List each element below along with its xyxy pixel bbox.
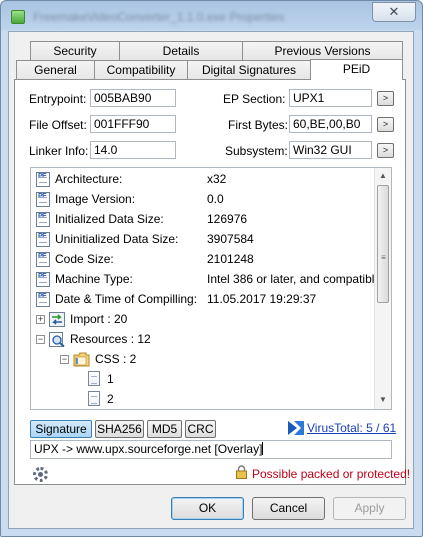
tree-item-value: x32	[207, 172, 227, 186]
signature-text: UPX -> www.upx.sourceforge.net [Overlay]	[34, 442, 263, 456]
tree-row[interactable]: PE Code Size: 2101248	[35, 250, 375, 270]
tree-item-label: Code Size:	[55, 252, 114, 266]
leaf-label: 2	[107, 392, 114, 406]
packed-warning-text: Possible packed or protected!	[252, 467, 411, 481]
tree-node-import[interactable]: + Import : 20	[35, 310, 235, 330]
subsystem-more-button[interactable]: >	[377, 143, 394, 158]
first-bytes-field[interactable]: 60,BE,00,B0	[289, 115, 372, 133]
tree-item-value: 0.0	[207, 192, 224, 206]
scrollbar-thumb[interactable]: ≡	[377, 185, 389, 303]
file-offset-field[interactable]: 001FFF90	[90, 115, 176, 133]
subsystem-label: Subsystem:	[225, 144, 288, 158]
virustotal-icon	[288, 421, 304, 435]
ep-section-label: EP Section:	[223, 92, 286, 106]
tree-vertical-scrollbar[interactable]: ▲ ≡ ▼	[374, 168, 391, 409]
tree-item-label: Architecture:	[55, 172, 123, 186]
linker-info-label: Linker Info:	[29, 144, 89, 158]
signature-result-field[interactable]: UPX -> www.upx.sourceforge.net [Overlay]	[30, 440, 392, 459]
entrypoint-field[interactable]: 005BAB90	[90, 89, 176, 107]
collapse-icon[interactable]: −	[60, 355, 69, 364]
tree-item-label: Image Version:	[55, 192, 136, 206]
collapse-icon[interactable]: −	[36, 335, 45, 344]
tree-row[interactable]: PE Uninitialized Data Size: 3907584	[35, 230, 375, 250]
entrypoint-label: Entrypoint:	[29, 92, 87, 106]
file-offset-label: File Offset:	[29, 118, 87, 132]
virustotal-text: VirusTotal: 5 / 61	[307, 421, 397, 435]
gear-icon[interactable]	[33, 467, 48, 482]
pe-file-icon: PE	[36, 272, 50, 287]
tree-item-value: Intel 386 or later, and compatibles	[207, 272, 388, 286]
pe-file-icon: PE	[36, 292, 50, 307]
scroll-down-arrow-icon[interactable]: ▼	[378, 395, 388, 405]
ep-section-field[interactable]: UPX1	[289, 89, 372, 107]
lock-icon	[236, 465, 247, 479]
tree-item-value: 126976	[207, 212, 248, 226]
tree-item-label: Date & Time of Compilling:	[55, 292, 198, 306]
pe-file-icon: PE	[36, 212, 50, 227]
tree-row[interactable]: PE Image Version: 0.0	[35, 190, 375, 210]
tree-row[interactable]: PE Machine Type: Intel 386 or later, and…	[35, 270, 387, 290]
import-arrows-icon	[49, 312, 65, 327]
text-caret	[262, 442, 264, 455]
tree-item-value: 3907584	[207, 232, 254, 246]
resources-magnifier-icon	[49, 332, 65, 347]
crc-button[interactable]: CRC	[185, 420, 216, 438]
tree-row[interactable]: PE Date & Time of Compilling: 11.05.2017…	[35, 290, 375, 310]
tree-row[interactable]: PE Architecture: x32	[35, 170, 375, 190]
first-bytes-label: First Bytes:	[228, 118, 289, 132]
tree-item-label: Initialized Data Size:	[55, 212, 164, 226]
import-label: Import : 20	[70, 312, 128, 326]
tree-row[interactable]: PE Initialized Data Size: 126976	[35, 210, 375, 230]
tree-item-label: Machine Type:	[55, 272, 133, 286]
folder-icon	[73, 352, 90, 367]
tree-item-value: 11.05.2017 19:29:37	[207, 292, 317, 306]
pe-file-icon: PE	[36, 172, 50, 187]
ok-button[interactable]: OK	[171, 497, 244, 520]
leaf-label: 1	[107, 372, 114, 386]
pe-file-icon: PE	[36, 252, 50, 267]
expand-icon[interactable]: +	[36, 315, 45, 324]
document-icon	[88, 391, 100, 406]
pe-file-icon: PE	[36, 232, 50, 247]
tree-leaf[interactable]: 1	[87, 370, 147, 390]
first-bytes-more-button[interactable]: >	[377, 117, 394, 132]
subsystem-field[interactable]: Win32 GUI	[289, 141, 372, 159]
md5-button[interactable]: MD5	[147, 420, 182, 438]
sha256-button[interactable]: SHA256	[95, 420, 144, 438]
cancel-button[interactable]: Cancel	[252, 497, 325, 520]
pe-info-tree[interactable]: PE Architecture: x32 PE Image Version: 0…	[30, 167, 392, 410]
signature-button[interactable]: Signature	[30, 420, 92, 438]
grip-icon: ≡	[381, 253, 386, 262]
pe-file-icon: PE	[36, 192, 50, 207]
tree-node-resources[interactable]: − Resources : 12	[35, 330, 235, 350]
scroll-up-arrow-icon[interactable]: ▲	[378, 171, 388, 181]
linker-info-field[interactable]: 14.0	[90, 141, 176, 159]
tree-leaf[interactable]: 2	[87, 390, 147, 409]
css-label: CSS : 2	[95, 352, 137, 366]
resources-label: Resources : 12	[70, 332, 151, 346]
ep-section-more-button[interactable]: >	[377, 91, 394, 106]
tree-node-css[interactable]: − CSS : 2	[59, 350, 219, 370]
tree-item-value: 2101248	[207, 252, 254, 266]
document-icon	[88, 371, 100, 386]
tree-item-label: Uninitialized Data Size:	[55, 232, 179, 246]
apply-button[interactable]: Apply	[333, 497, 406, 520]
